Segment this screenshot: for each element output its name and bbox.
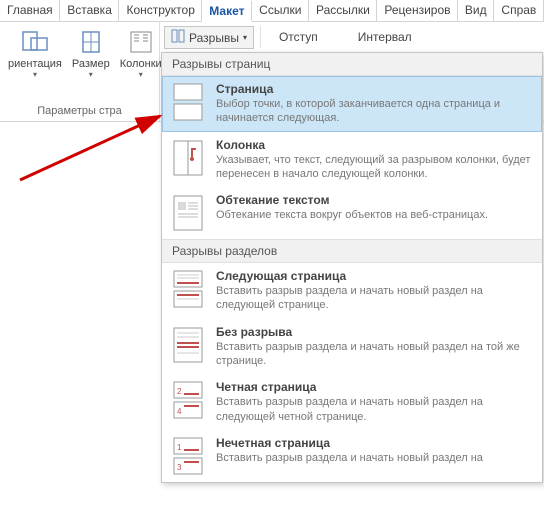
- menu-item-page[interactable]: Страница Выбор точки, в которой заканчив…: [162, 76, 542, 132]
- menu-item-textwrap[interactable]: Обтекание текстом Обтекание текста вокру…: [162, 187, 542, 239]
- menu-item-desc: Вставить разрыв раздела и начать новый р…: [216, 451, 534, 465]
- columns-icon: [125, 28, 157, 56]
- menu-item-title: Обтекание текстом: [216, 193, 534, 207]
- tab-layout[interactable]: Макет: [202, 1, 252, 22]
- menu-item-title: Нечетная страница: [216, 436, 534, 450]
- menu-item-title: Без разрыва: [216, 325, 534, 339]
- tab-references[interactable]: Ссылки: [252, 0, 309, 21]
- menu-item-nextpage[interactable]: Следующая страница Вставить разрыв разде…: [162, 263, 542, 319]
- evenpage-icon: 24: [170, 380, 206, 420]
- menu-item-title: Следующая страница: [216, 269, 534, 283]
- breaks-icon: [171, 29, 185, 46]
- chevron-down-icon: ▾: [89, 70, 93, 79]
- column-break-icon: [170, 138, 206, 178]
- svg-text:1: 1: [177, 443, 182, 452]
- page-setup-group: риентация ▾ Размер ▾ Колонки ▾ Параметры…: [0, 22, 160, 121]
- menu-item-title: Четная страница: [216, 380, 534, 394]
- menu-item-desc: Вставить разрыв раздела и начать новый р…: [216, 284, 534, 313]
- indent-label: Отступ: [279, 30, 318, 44]
- svg-text:3: 3: [177, 463, 182, 472]
- breaks-label: Разрывы: [189, 31, 239, 45]
- menu-item-desc: Выбор точки, в которой заканчивается одн…: [216, 97, 534, 126]
- orientation-button[interactable]: риентация ▾: [6, 26, 64, 81]
- menu-item-continuous[interactable]: Без разрыва Вставить разрыв раздела и на…: [162, 319, 542, 375]
- menu-item-evenpage[interactable]: 24 Четная страница Вставить разрыв разде…: [162, 374, 542, 430]
- menu-item-oddpage[interactable]: 13 Нечетная страница Вставить разрыв раз…: [162, 430, 542, 482]
- orientation-label: риентация: [8, 58, 62, 70]
- chevron-down-icon: ▾: [139, 70, 143, 79]
- tab-mailings[interactable]: Рассылки: [309, 0, 377, 21]
- chevron-down-icon: ▾: [33, 70, 37, 79]
- menu-item-desc: Обтекание текста вокруг объектов на веб-…: [216, 208, 534, 222]
- size-label: Размер: [72, 58, 110, 70]
- menu-item-column[interactable]: Колонка Указывает, что текст, следующий …: [162, 132, 542, 188]
- svg-text:4: 4: [177, 407, 182, 416]
- menu-item-title: Страница: [216, 82, 534, 96]
- size-icon: [75, 28, 107, 56]
- annotation-arrow: [10, 110, 180, 190]
- columns-label: Колонки: [120, 58, 162, 70]
- interval-label: Интервал: [358, 30, 412, 44]
- tab-home[interactable]: Главная: [0, 0, 60, 21]
- nextpage-icon: [170, 269, 206, 309]
- continuous-icon: [170, 325, 206, 365]
- chevron-down-icon: ▾: [243, 33, 247, 42]
- breaks-button[interactable]: Разрывы ▾: [164, 26, 254, 49]
- dropdown-section-section-breaks: Разрывы разделов: [162, 239, 542, 263]
- breaks-dropdown: Разрывы страниц Страница Выбор точки, в …: [161, 52, 543, 483]
- tab-review[interactable]: Рецензиров: [377, 0, 458, 21]
- menu-item-desc: Указывает, что текст, следующий за разры…: [216, 153, 534, 182]
- orientation-icon: [19, 28, 51, 56]
- svg-text:2: 2: [177, 387, 182, 396]
- menu-item-desc: Вставить разрыв раздела и начать новый р…: [216, 395, 534, 424]
- oddpage-icon: 13: [170, 436, 206, 476]
- ribbon-tabs: Главная Вставка Конструктор Макет Ссылки…: [0, 0, 544, 22]
- textwrap-icon: [170, 193, 206, 233]
- tab-view[interactable]: Вид: [458, 0, 495, 21]
- menu-item-desc: Вставить разрыв раздела и начать новый р…: [216, 340, 534, 369]
- tab-help[interactable]: Справ: [494, 0, 544, 21]
- dropdown-section-page-breaks: Разрывы страниц: [162, 53, 542, 76]
- menu-item-title: Колонка: [216, 138, 534, 152]
- size-button[interactable]: Размер ▾: [70, 26, 112, 81]
- group-title-page-setup: Параметры стра: [6, 103, 153, 119]
- page-break-icon: [170, 82, 206, 122]
- tab-design[interactable]: Конструктор: [119, 0, 202, 21]
- tab-insert[interactable]: Вставка: [60, 0, 119, 21]
- columns-button[interactable]: Колонки ▾: [118, 26, 164, 81]
